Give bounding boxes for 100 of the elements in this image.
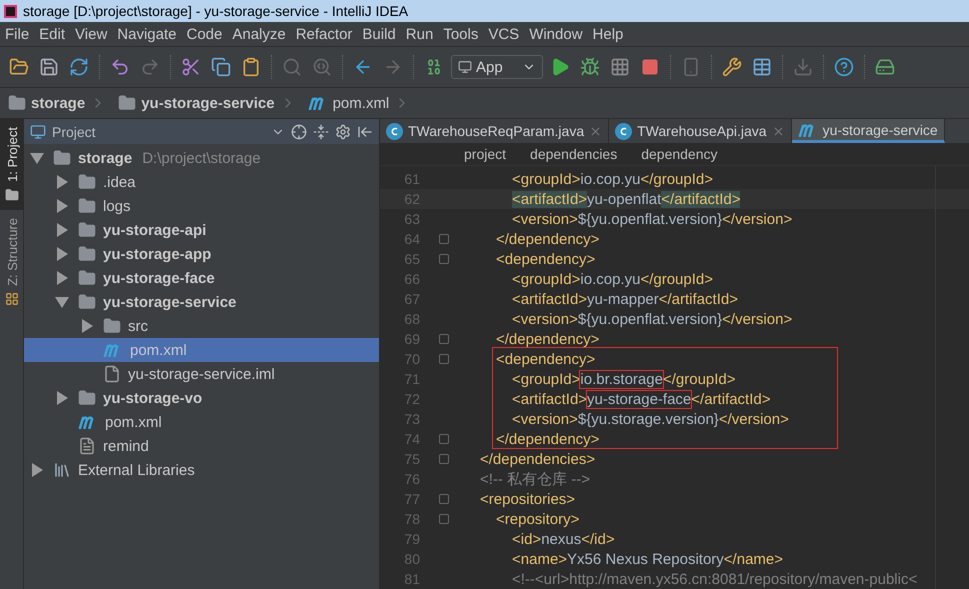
close-icon[interactable] (772, 124, 785, 138)
tree-item[interactable]: logs (24, 194, 379, 218)
expand-arrow-icon[interactable] (57, 247, 68, 261)
fold-marker-icon[interactable] (439, 454, 449, 464)
text-file-icon (78, 437, 96, 455)
collapse-icon[interactable] (313, 124, 329, 140)
hide-panel-icon[interactable] (357, 124, 373, 140)
tool-window-tab[interactable]: Z: Structure (0, 210, 24, 314)
tree-item[interactable]: yu-storage-app (24, 242, 379, 266)
expand-arrow-icon[interactable] (57, 199, 68, 213)
line-number: 71 (403, 371, 421, 387)
code-line: <artifactId>yu-mapper</artifactId> (512, 290, 738, 308)
tree-item[interactable]: yu-storage-service.iml (24, 362, 379, 386)
monitor-icon (458, 60, 472, 74)
tree-item[interactable]: .idea (24, 170, 379, 194)
menu-item[interactable]: Run (400, 26, 438, 42)
line-number: 64 (403, 231, 421, 247)
tree-item[interactable]: remind (24, 434, 379, 458)
code-line: <dependency> (496, 250, 596, 268)
code-line: </dependency> (496, 330, 600, 348)
breadcrumb-item[interactable]: dependency (641, 146, 718, 162)
line-number: 61 (403, 171, 421, 187)
code-line: <artifactId>yu-openflat</artifactId> (512, 190, 740, 208)
locate-icon[interactable] (291, 124, 307, 140)
code-line: <version>${yu.storage.version}</version> (512, 410, 789, 428)
line-number: 69 (403, 331, 421, 347)
menu-item[interactable]: View (70, 26, 112, 42)
project-view-icon (30, 124, 46, 140)
fold-marker-icon[interactable] (439, 514, 449, 524)
folder-icon (5, 188, 19, 202)
tree-item[interactable]: pom.xml (24, 410, 379, 434)
settings-icon[interactable] (335, 124, 351, 140)
line-number: 77 (403, 491, 421, 507)
module-folder-icon (78, 269, 96, 287)
line-number: 63 (403, 211, 421, 227)
line-number: 65 (403, 251, 421, 267)
library-icon (53, 461, 71, 479)
expand-arrow-icon[interactable] (57, 175, 68, 189)
tree-item[interactable]: yu-storage-api (24, 218, 379, 242)
fold-marker-icon[interactable] (439, 254, 449, 264)
structure-icon (5, 292, 19, 306)
fold-marker-icon[interactable] (439, 354, 449, 364)
line-number: 81 (403, 571, 421, 587)
tree-item[interactable]: storage D:\project\storage (24, 146, 379, 170)
menu-item[interactable]: Tools (438, 26, 484, 42)
expand-arrow-icon[interactable] (57, 223, 68, 237)
run-configuration-dropdown[interactable]: App (451, 55, 543, 79)
fold-marker-icon[interactable] (439, 494, 449, 504)
menu-item[interactable]: VCS (483, 26, 524, 42)
expand-arrow-icon[interactable] (57, 271, 68, 285)
folder-icon (78, 173, 96, 191)
file-icon (103, 365, 121, 383)
code-line: <version>${yu.openflat.version}</version> (512, 210, 792, 228)
code-line: <name>Yx56 Nexus Repository</name> (512, 550, 784, 568)
fold-marker-icon[interactable] (439, 234, 449, 244)
editor-tab[interactable]: yu-storage-service (792, 119, 945, 144)
code-line: <groupId>io.cop.yu</groupId> (512, 270, 714, 288)
folder-icon (78, 197, 96, 215)
menu-item[interactable]: File (0, 26, 34, 42)
line-number: 68 (403, 311, 421, 327)
line-number: 80 (403, 551, 421, 567)
breadcrumb-item[interactable]: pom.xml (332, 94, 390, 112)
code-line: <dependency> (496, 350, 596, 368)
line-number: 78 (403, 511, 421, 527)
path-hint: D:\project\storage (142, 150, 261, 166)
close-icon[interactable] (589, 124, 602, 138)
tree-item[interactable]: yu-storage-face (24, 266, 379, 290)
menu-item[interactable]: Code (181, 26, 228, 42)
line-number: 67 (403, 291, 421, 307)
code-line: </dependencies> (480, 450, 596, 468)
line-number: 73 (403, 411, 421, 427)
fold-marker-icon[interactable] (439, 434, 449, 444)
breadcrumb-item[interactable]: dependencies (530, 146, 618, 162)
menu-item[interactable]: Refactor (290, 26, 358, 42)
code-line: <artifactId>yu-storage-face</artifactId> (512, 390, 770, 408)
menu-item[interactable]: Analyze (227, 26, 291, 42)
module-folder-icon (8, 94, 26, 112)
tool-window-tab[interactable]: 1: Project (0, 119, 24, 210)
breadcrumb-item[interactable]: yu-storage-service (141, 94, 275, 112)
breadcrumb-item[interactable]: storage (31, 94, 86, 112)
code-line: </dependency> (496, 230, 600, 248)
fold-marker-icon[interactable] (439, 334, 449, 344)
code-line: <version>${yu.openflat.version}</version> (512, 310, 792, 328)
expand-arrow-icon[interactable] (32, 463, 43, 477)
menu-item[interactable]: Build (357, 26, 401, 42)
menu-item[interactable]: Navigate (112, 26, 182, 42)
menu-item[interactable]: Help (588, 26, 628, 42)
menu-item[interactable]: Edit (34, 26, 70, 42)
expand-arrow-icon[interactable] (57, 391, 68, 405)
panel-title[interactable]: Project (52, 124, 265, 140)
menu-item[interactable]: Window (524, 26, 588, 42)
code-line: <!--<url>http://maven.yx56.cn:8081/repository/maven-public< (512, 570, 918, 588)
tree-item[interactable]: External Libraries (24, 458, 379, 482)
module-folder-icon (78, 221, 96, 239)
folder-icon (103, 317, 121, 335)
line-number: 79 (403, 531, 421, 547)
tree-item[interactable]: yu-storage-vo (24, 386, 379, 410)
tree-item[interactable]: yu-storage-service (24, 290, 379, 314)
breadcrumb-item[interactable]: project (464, 146, 506, 162)
line-number: 70 (403, 351, 421, 367)
